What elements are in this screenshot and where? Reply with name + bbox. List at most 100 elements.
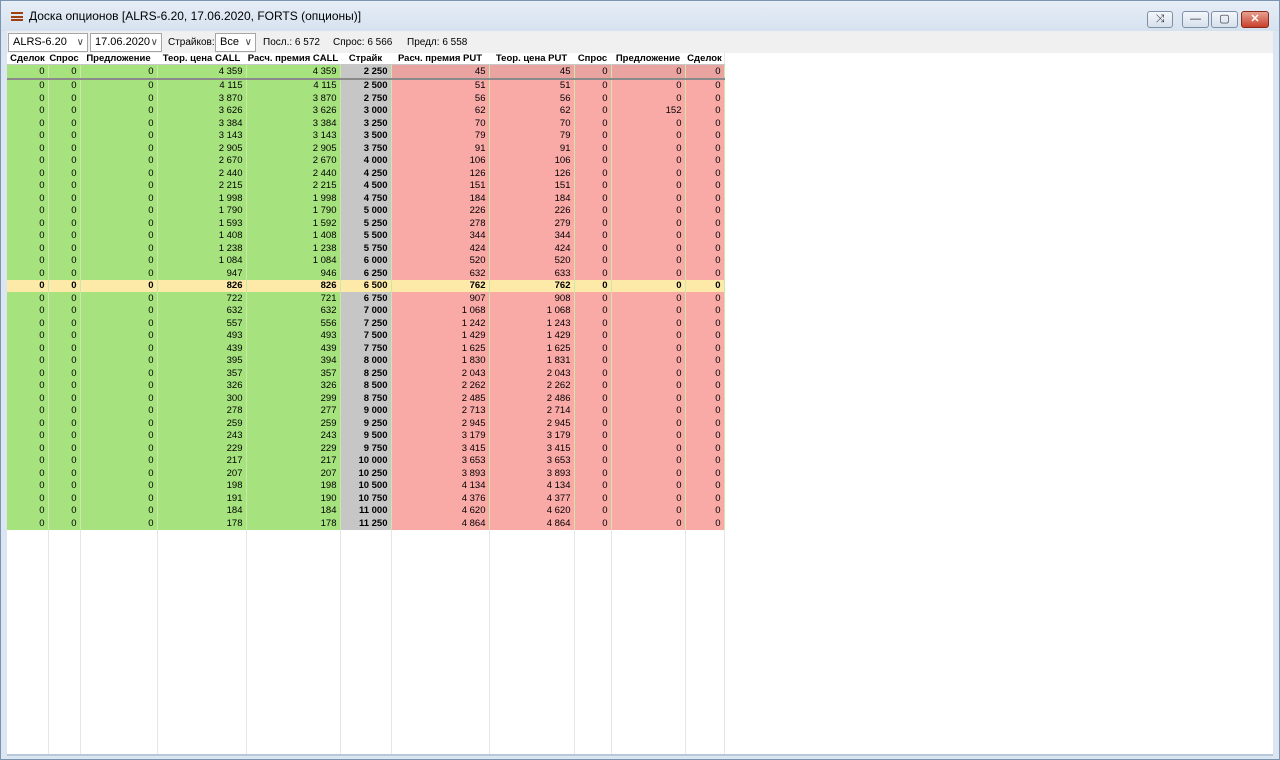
table-row[interactable]: 0 0 0 326 326 8 500 2 262 2 262 0 0 0 <box>7 379 725 392</box>
col-call-bid-cell[interactable]: 0 <box>48 279 81 292</box>
col-call-offer-cell[interactable]: 0 <box>80 167 158 180</box>
col-call-theor-price-cell[interactable]: 1 593 <box>157 217 247 230</box>
col-call-theor-price-cell[interactable]: 4 115 <box>157 78 247 92</box>
col-put-calc-premium-cell[interactable]: 45 <box>391 64 490 80</box>
col-call-bid-cell[interactable]: 0 <box>48 392 81 405</box>
col-put-trades-cell[interactable]: 0 <box>685 179 725 192</box>
col-call-theor-price-cell[interactable]: 191 <box>157 492 247 505</box>
table-row[interactable]: 0002 215 2 215 4 500 151 151 0 0 0 <box>7 179 725 192</box>
col-strike-cell[interactable]: 4 500 <box>340 179 392 192</box>
col-put-bid-cell[interactable]: 0 <box>574 379 612 392</box>
table-row[interactable]: 0 0 0 229 229 9 750 3 415 3 415 0 0 0 <box>7 442 725 455</box>
col-put-theor-price-cell[interactable]: 51 <box>489 78 575 92</box>
col-call-trades-cell[interactable]: 0 <box>7 117 49 130</box>
table-row[interactable]: 0001 998 1 998 4 750 184 184 0 0 0 <box>7 192 725 205</box>
col-call-calc-premium-cell[interactable]: 493 <box>246 329 341 342</box>
col-put-bid-cell[interactable]: 0 <box>574 64 612 80</box>
col-call-offer-cell[interactable]: 0 <box>80 492 158 505</box>
col-put-theor-price-cell[interactable]: 2 486 <box>489 392 575 405</box>
col-put-bid-header[interactable]: Спрос <box>574 53 611 65</box>
col-call-offer-cell[interactable]: 0 <box>80 267 158 280</box>
col-strike-cell[interactable]: 8 500 <box>340 379 392 392</box>
col-put-bid-cell[interactable]: 0 <box>574 517 612 530</box>
col-strike-cell[interactable]: 5 750 <box>340 242 392 255</box>
col-call-trades-cell[interactable]: 0 <box>7 504 49 517</box>
col-put-offer-cell[interactable]: 0 <box>611 204 686 217</box>
col-put-trades-cell[interactable]: 0 <box>685 517 725 530</box>
col-put-offer-cell[interactable]: 0 <box>611 417 686 430</box>
col-call-trades-cell[interactable]: 0 <box>7 304 49 317</box>
col-call-bid-cell[interactable]: 0 <box>48 204 81 217</box>
col-put-offer-cell[interactable]: 0 <box>611 242 686 255</box>
col-put-trades-cell[interactable]: 0 <box>685 304 725 317</box>
col-put-calc-premium-header[interactable]: Расч. премия PUT <box>391 53 489 65</box>
col-call-offer-cell[interactable]: 0 <box>80 354 158 367</box>
col-strike-cell[interactable]: 4 750 <box>340 192 392 205</box>
table-row[interactable]: 0 0 0 243 243 9 500 3 179 3 179 0 0 0 <box>7 429 725 442</box>
col-put-offer-header[interactable]: Предложение <box>611 53 685 65</box>
col-call-bid-cell[interactable]: 0 <box>48 179 81 192</box>
col-put-calc-premium-cell[interactable]: 51 <box>391 78 490 92</box>
col-call-trades-cell[interactable]: 0 <box>7 267 49 280</box>
col-put-theor-price-cell[interactable]: 3 179 <box>489 429 575 442</box>
col-put-bid-cell[interactable]: 0 <box>574 442 612 455</box>
col-call-offer-cell[interactable]: 0 <box>80 142 158 155</box>
col-put-offer-cell[interactable]: 0 <box>611 479 686 492</box>
col-strike-header[interactable]: Страйк <box>340 53 391 65</box>
col-put-theor-price-cell[interactable]: 520 <box>489 254 575 267</box>
col-call-trades-cell[interactable]: 0 <box>7 229 49 242</box>
col-strike-cell[interactable]: 9 750 <box>340 442 392 455</box>
col-call-trades-cell[interactable]: 0 <box>7 204 49 217</box>
table-row[interactable]: 0001 408 1 408 5 500 344 344 0 0 0 <box>7 229 725 242</box>
chevron-down-icon[interactable]: ∨ <box>245 34 252 51</box>
col-call-bid-cell[interactable]: 0 <box>48 342 81 355</box>
col-strike-cell[interactable]: 6 750 <box>340 292 392 305</box>
col-call-theor-price-cell[interactable]: 229 <box>157 442 247 455</box>
col-strike-cell[interactable]: 4 000 <box>340 154 392 167</box>
col-call-trades-cell[interactable]: 0 <box>7 104 49 117</box>
col-call-bid-cell[interactable]: 0 <box>48 379 81 392</box>
col-put-theor-price-header[interactable]: Теор. цена PUT <box>489 53 574 65</box>
col-put-calc-premium-cell[interactable]: 4 620 <box>391 504 490 517</box>
col-strike-cell[interactable]: 11 250 <box>340 517 392 530</box>
col-call-calc-premium-cell[interactable]: 1 408 <box>246 229 341 242</box>
col-put-calc-premium-cell[interactable]: 106 <box>391 154 490 167</box>
col-put-offer-cell[interactable]: 0 <box>611 279 686 292</box>
table-row[interactable]: 0001 238 1 238 5 750 424 424 0 0 0 <box>7 242 725 255</box>
table-row[interactable]: 0 0 0 178 178 11 250 4 864 4 864 0 0 0 <box>7 517 725 530</box>
col-call-offer-cell[interactable]: 0 <box>80 392 158 405</box>
col-put-offer-cell[interactable]: 0 <box>611 117 686 130</box>
table-row[interactable]: 0 0 0 947 946 6 250 632 633 0 0 0 <box>7 267 725 280</box>
col-strike-cell[interactable]: 7 750 <box>340 342 392 355</box>
col-call-calc-premium-cell[interactable]: 259 <box>246 417 341 430</box>
col-call-trades-cell[interactable]: 0 <box>7 64 49 80</box>
col-call-trades-cell[interactable]: 0 <box>7 292 49 305</box>
col-call-trades-cell[interactable]: 0 <box>7 179 49 192</box>
col-put-theor-price-cell[interactable]: 424 <box>489 242 575 255</box>
table-row[interactable]: 0001 593 1 592 5 250 278 279 0 0 0 <box>7 217 725 230</box>
col-call-offer-cell[interactable]: 0 <box>80 329 158 342</box>
col-put-trades-cell[interactable]: 0 <box>685 492 725 505</box>
col-call-theor-price-cell[interactable]: 243 <box>157 429 247 442</box>
col-call-calc-premium-cell[interactable]: 394 <box>246 354 341 367</box>
col-call-calc-premium-cell[interactable]: 4 115 <box>246 78 341 92</box>
col-put-offer-cell[interactable]: 0 <box>611 454 686 467</box>
table-row[interactable]: 0 0 0 184 184 11 000 4 620 4 620 0 0 0 <box>7 504 725 517</box>
col-call-trades-cell[interactable]: 0 <box>7 354 49 367</box>
col-put-calc-premium-cell[interactable]: 2 262 <box>391 379 490 392</box>
col-put-calc-premium-cell[interactable]: 344 <box>391 229 490 242</box>
col-call-theor-price-cell[interactable]: 4 359 <box>157 64 247 80</box>
col-call-offer-cell[interactable]: 0 <box>80 279 158 292</box>
col-call-theor-price-cell[interactable]: 2 215 <box>157 179 247 192</box>
col-call-calc-premium-cell[interactable]: 1 592 <box>246 217 341 230</box>
col-put-trades-cell[interactable]: 0 <box>685 154 725 167</box>
table-row[interactable]: 0003 626 3 626 3 000 62 62 0 152 0 <box>7 104 725 117</box>
table-row[interactable]: 0004 115 4 115 2 500 51 51 0 0 0 <box>7 78 725 92</box>
col-put-calc-premium-cell[interactable]: 632 <box>391 267 490 280</box>
col-put-calc-premium-cell[interactable]: 1 242 <box>391 317 490 330</box>
col-put-trades-cell[interactable]: 0 <box>685 142 725 155</box>
col-put-trades-cell[interactable]: 0 <box>685 404 725 417</box>
col-call-theor-price-cell[interactable]: 198 <box>157 479 247 492</box>
col-put-offer-cell[interactable]: 0 <box>611 429 686 442</box>
col-put-theor-price-cell[interactable]: 79 <box>489 129 575 142</box>
